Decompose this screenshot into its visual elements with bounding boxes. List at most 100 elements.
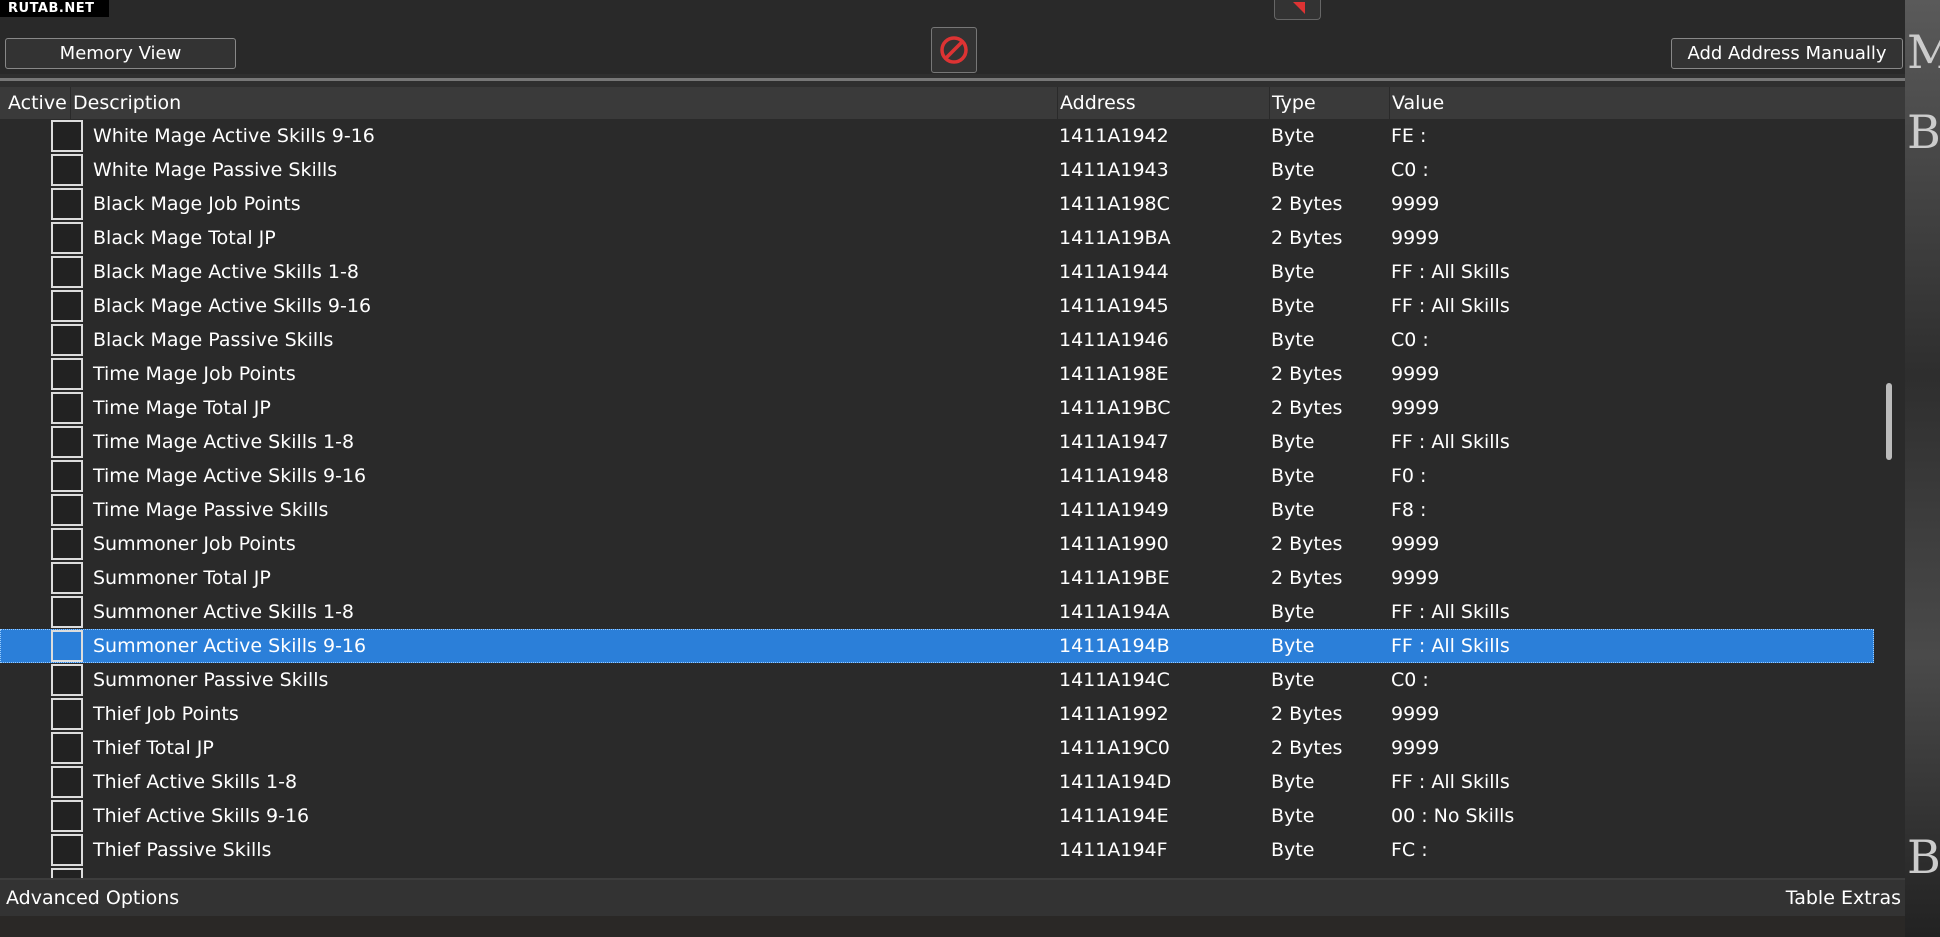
- table-row[interactable]: Black Mage Passive Skills 1411A1946 Byte…: [0, 323, 1874, 357]
- row-value[interactable]: 9999: [1391, 527, 1439, 561]
- active-checkbox[interactable]: [51, 290, 83, 322]
- row-value[interactable]: C0 :: [1391, 153, 1429, 187]
- scrollbar-thumb[interactable]: [1886, 383, 1892, 460]
- splitter[interactable]: [0, 78, 1905, 81]
- active-checkbox[interactable]: [51, 154, 83, 186]
- header-address[interactable]: Address: [1057, 87, 1136, 119]
- add-address-manually-button[interactable]: Add Address Manually: [1671, 38, 1903, 69]
- table-row[interactable]: Summoner Total JP 1411A19BE 2 Bytes 9999: [0, 561, 1874, 595]
- active-checkbox[interactable]: [51, 222, 83, 254]
- table-row[interactable]: Summoner Job Points 1411A1990 2 Bytes 99…: [0, 527, 1874, 561]
- row-description: Thief Job Points: [93, 703, 239, 725]
- row-type: 2 Bytes: [1271, 533, 1343, 555]
- row-address: 1411A19BC: [1059, 397, 1171, 419]
- active-checkbox[interactable]: [51, 868, 83, 878]
- active-checkbox[interactable]: [51, 834, 83, 866]
- row-description: White Mage Passive Skills: [93, 159, 338, 181]
- table-extras-link[interactable]: Table Extras: [1786, 880, 1901, 916]
- table-row[interactable]: Black Mage Job Points 1411A198C 2 Bytes …: [0, 187, 1874, 221]
- row-description: Time Mage Job Points: [93, 363, 296, 385]
- active-checkbox[interactable]: [51, 324, 83, 356]
- active-checkbox[interactable]: [51, 528, 83, 560]
- table-row[interactable]: Time Mage Total JP 1411A19BC 2 Bytes 999…: [0, 391, 1874, 425]
- table-row[interactable]: Time Mage Job Points 1411A198E 2 Bytes 9…: [0, 357, 1874, 391]
- row-value[interactable]: F0 :: [1391, 459, 1426, 493]
- advanced-options-link[interactable]: Advanced Options: [6, 880, 179, 916]
- header-value[interactable]: Value: [1389, 87, 1444, 119]
- table-row[interactable]: White Mage Passive Skills 1411A1943 Byte…: [0, 153, 1874, 187]
- active-checkbox[interactable]: [51, 188, 83, 220]
- row-value[interactable]: FE :: [1391, 119, 1426, 153]
- row-value[interactable]: FC :: [1391, 833, 1428, 867]
- row-value[interactable]: 9999: [1391, 561, 1439, 595]
- row-value[interactable]: 00 : No Skills: [1391, 799, 1514, 833]
- table-row-partial[interactable]: [0, 867, 1874, 878]
- row-type: Byte: [1271, 261, 1315, 283]
- row-address: 1411A198C: [1059, 193, 1170, 215]
- table-row[interactable]: Thief Active Skills 9-16 1411A194E Byte …: [0, 799, 1874, 833]
- row-value[interactable]: 9999: [1391, 357, 1439, 391]
- active-checkbox[interactable]: [51, 494, 83, 526]
- table-row[interactable]: Thief Passive Skills 1411A194F Byte FC :: [0, 833, 1874, 867]
- row-value[interactable]: C0 :: [1391, 663, 1429, 697]
- active-checkbox[interactable]: [51, 766, 83, 798]
- active-checkbox[interactable]: [51, 358, 83, 390]
- table-row[interactable]: Time Mage Active Skills 1-8 1411A1947 By…: [0, 425, 1874, 459]
- row-value[interactable]: F8 :: [1391, 493, 1426, 527]
- table-row[interactable]: Black Mage Total JP 1411A19BA 2 Bytes 99…: [0, 221, 1874, 255]
- row-description: Thief Active Skills 9-16: [93, 805, 310, 827]
- stop-button[interactable]: [931, 27, 977, 73]
- row-value[interactable]: 9999: [1391, 187, 1439, 221]
- active-checkbox[interactable]: [51, 460, 83, 492]
- active-checkbox[interactable]: [51, 596, 83, 628]
- row-type: 2 Bytes: [1271, 567, 1343, 589]
- header-description[interactable]: Description: [70, 87, 181, 119]
- active-checkbox[interactable]: [51, 426, 83, 458]
- active-checkbox[interactable]: [51, 800, 83, 832]
- memory-view-button[interactable]: Memory View: [5, 38, 236, 69]
- row-value[interactable]: FF : All Skills: [1391, 425, 1510, 459]
- active-checkbox[interactable]: [51, 562, 83, 594]
- row-value[interactable]: FF : All Skills: [1391, 765, 1510, 799]
- table-row[interactable]: Thief Active Skills 1-8 1411A194D Byte F…: [0, 765, 1874, 799]
- row-description: Summoner Job Points: [93, 533, 296, 555]
- active-checkbox[interactable]: [51, 392, 83, 424]
- header-type[interactable]: Type: [1269, 87, 1316, 119]
- active-checkbox[interactable]: [51, 732, 83, 764]
- row-value[interactable]: FF : All Skills: [1391, 289, 1510, 323]
- active-checkbox[interactable]: [51, 256, 83, 288]
- active-checkbox[interactable]: [51, 664, 83, 696]
- row-value[interactable]: 9999: [1391, 731, 1439, 765]
- table-row[interactable]: Thief Job Points 1411A1992 2 Bytes 9999: [0, 697, 1874, 731]
- table-row[interactable]: Black Mage Active Skills 9-16 1411A1945 …: [0, 289, 1874, 323]
- row-description: Time Mage Active Skills 9-16: [93, 465, 367, 487]
- arrow-icon[interactable]: [1274, 0, 1321, 20]
- table-row[interactable]: White Mage Active Skills 9-16 1411A1942 …: [0, 119, 1874, 153]
- table-row[interactable]: Summoner Passive Skills 1411A194C Byte C…: [0, 663, 1874, 697]
- row-description: White Mage Active Skills 9-16: [93, 125, 375, 147]
- active-checkbox[interactable]: [51, 120, 83, 152]
- table-row[interactable]: Black Mage Active Skills 1-8 1411A1944 B…: [0, 255, 1874, 289]
- row-value[interactable]: FF : All Skills: [1391, 255, 1510, 289]
- row-address: 1411A194B: [1059, 635, 1170, 657]
- table-row[interactable]: Thief Total JP 1411A19C0 2 Bytes 9999: [0, 731, 1874, 765]
- table-row[interactable]: Time Mage Active Skills 9-16 1411A1948 B…: [0, 459, 1874, 493]
- row-value[interactable]: FF : All Skills: [1391, 595, 1510, 629]
- row-value[interactable]: 9999: [1391, 221, 1439, 255]
- active-checkbox[interactable]: [51, 698, 83, 730]
- row-type: Byte: [1271, 295, 1315, 317]
- row-value[interactable]: 9999: [1391, 391, 1439, 425]
- row-description: Black Mage Total JP: [93, 227, 276, 249]
- row-type: Byte: [1271, 669, 1315, 691]
- row-value[interactable]: FF : All Skills: [1391, 629, 1510, 663]
- header-active[interactable]: Active: [6, 87, 67, 119]
- table-row[interactable]: Time Mage Passive Skills 1411A1949 Byte …: [0, 493, 1874, 527]
- row-type: Byte: [1271, 839, 1315, 861]
- table-row[interactable]: Summoner Active Skills 1-8 1411A194A Byt…: [0, 595, 1874, 629]
- row-value[interactable]: 9999: [1391, 697, 1439, 731]
- row-type: Byte: [1271, 499, 1315, 521]
- row-value[interactable]: C0 :: [1391, 323, 1429, 357]
- active-checkbox[interactable]: [51, 630, 83, 662]
- table-row[interactable]: Summoner Active Skills 9-16 1411A194B By…: [0, 629, 1874, 663]
- vertical-scrollbar[interactable]: [1874, 119, 1905, 878]
